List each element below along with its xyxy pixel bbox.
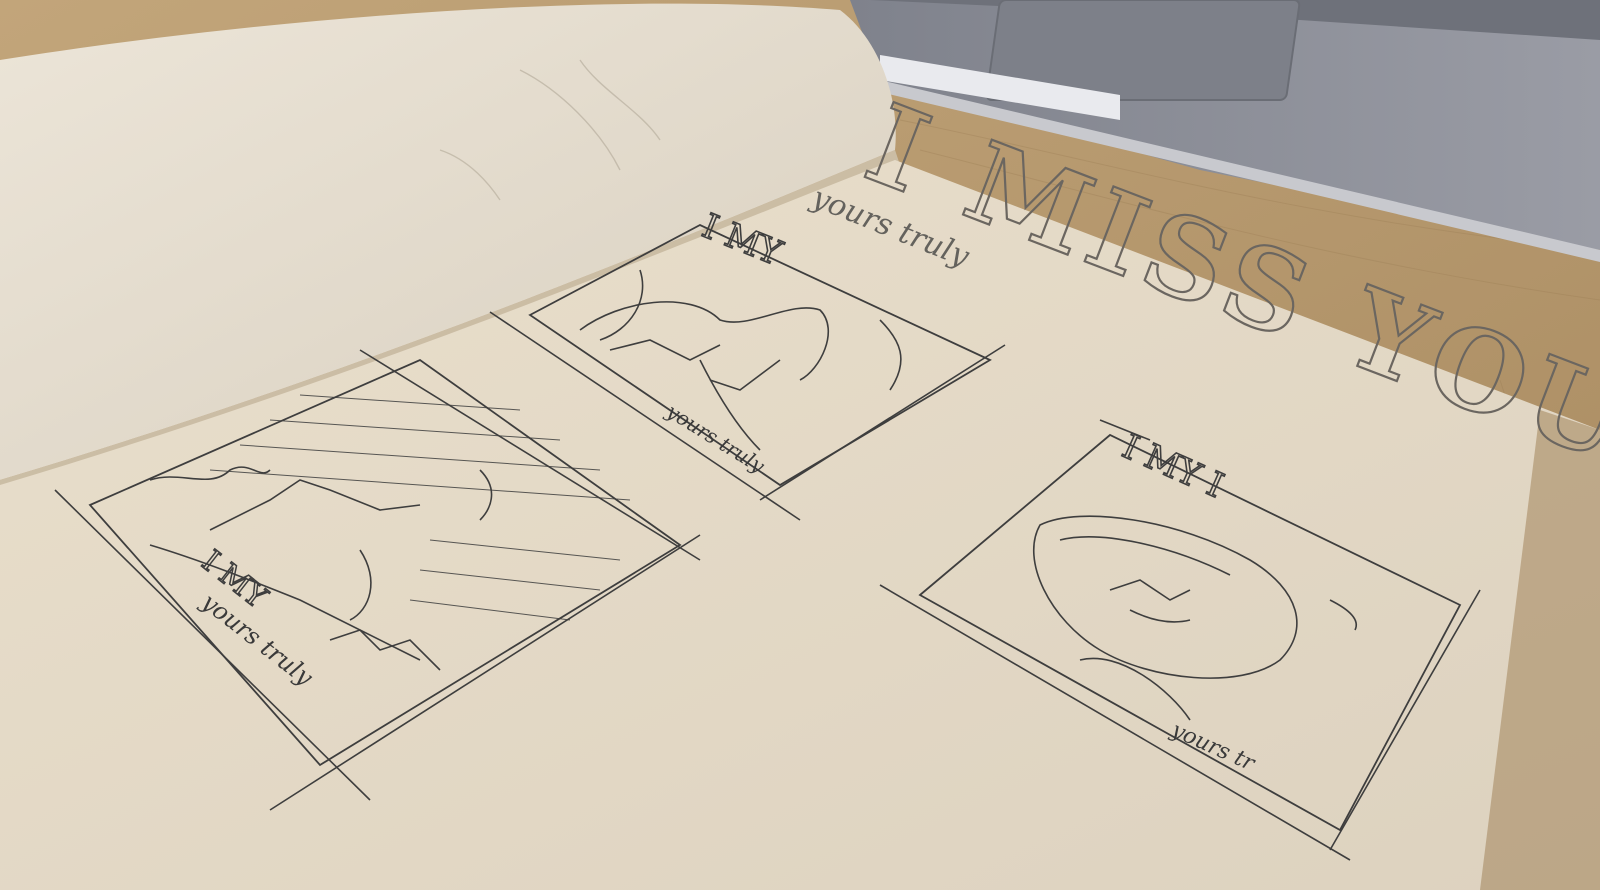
photo-scene: I MISS YOU yours truly I MY yours truly: [0, 0, 1600, 890]
